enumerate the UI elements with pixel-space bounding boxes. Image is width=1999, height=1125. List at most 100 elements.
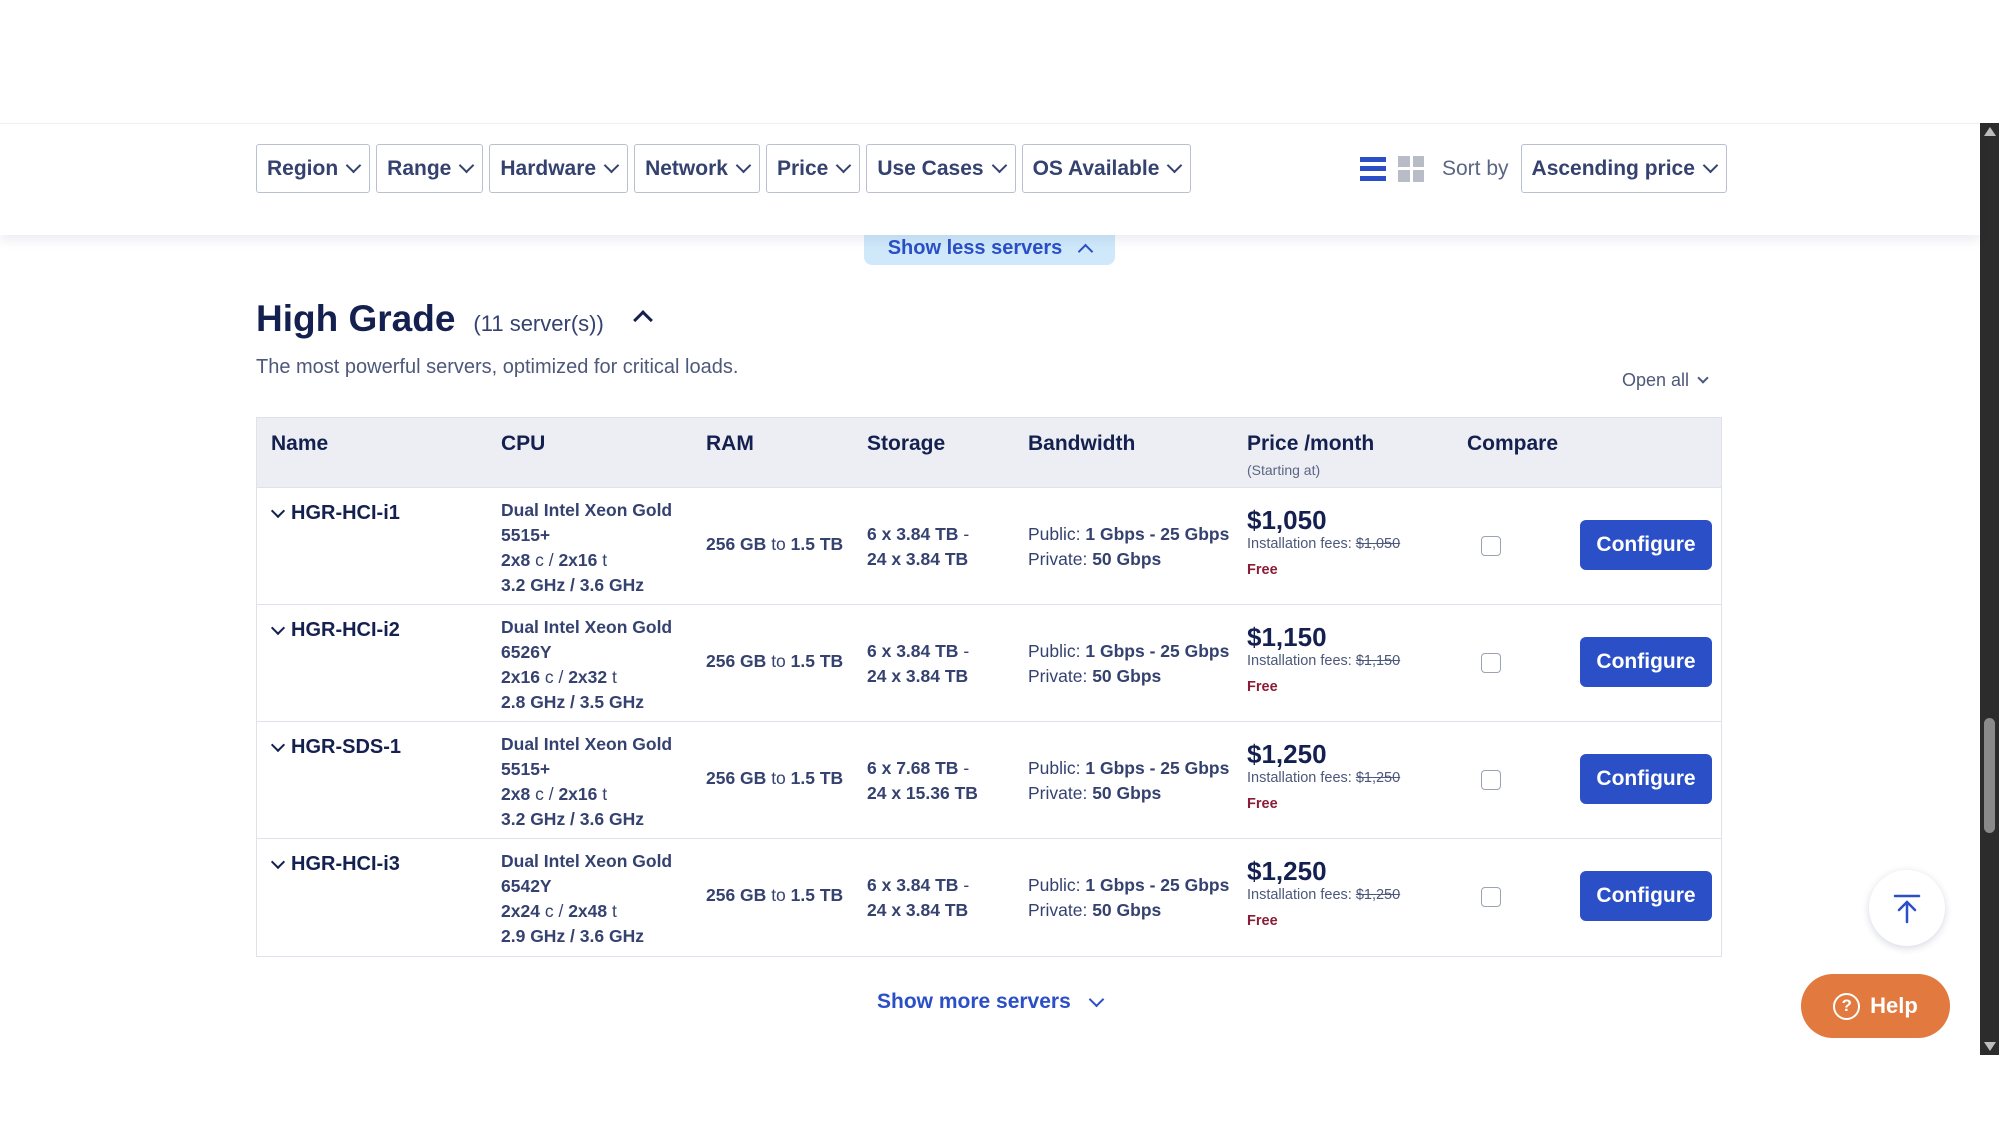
compare-checkbox[interactable]: [1481, 536, 1501, 556]
filter-region[interactable]: Region: [256, 144, 371, 193]
free-badge: Free: [1247, 796, 1278, 812]
cpu-cell: Dual Intel Xeon Gold 5515+ 2x8 c / 2x16 …: [501, 500, 673, 595]
price-value: $1,150: [1247, 622, 1327, 652]
free-badge: Free: [1247, 679, 1278, 695]
header-storage: Storage: [867, 432, 946, 455]
filter-network[interactable]: Network: [634, 144, 760, 193]
filter-use-cases[interactable]: Use Cases: [866, 144, 1016, 193]
section-header: High Grade (11 server(s)): [256, 298, 653, 340]
price-value: $1,250: [1247, 739, 1327, 769]
header-bandwidth: Bandwidth: [1028, 432, 1136, 455]
server-name-toggle[interactable]: HGR-SDS-1: [270, 736, 401, 759]
filter-range[interactable]: Range: [376, 144, 484, 193]
header-name: Name: [271, 432, 329, 455]
header-cpu: CPU: [501, 432, 546, 455]
price-cell: $1,050 Installation fees: $1,050 Free: [1247, 505, 1401, 578]
collapse-section-icon[interactable]: [632, 310, 653, 330]
compare-checkbox[interactable]: [1481, 653, 1501, 673]
chevron-down-icon: [270, 620, 286, 635]
server-count: (11 server(s)): [473, 311, 604, 336]
header-price-sub: (Starting at): [1247, 462, 1321, 478]
chevron-down-icon: [603, 157, 620, 174]
storage-cell: 6 x 3.84 TB - 24 x 3.84 TB: [867, 875, 970, 920]
server-name-toggle[interactable]: HGR-HCI-i3: [270, 853, 400, 876]
compare-checkbox[interactable]: [1481, 887, 1501, 907]
price-value: $1,250: [1247, 856, 1327, 886]
configure-button[interactable]: Configure: [1580, 871, 1712, 921]
page-scrollbar[interactable]: [1980, 123, 1999, 1055]
sort-select[interactable]: Ascending price: [1520, 144, 1727, 193]
header-price: Price /month: [1247, 432, 1375, 455]
storage-cell: 6 x 7.68 TB - 24 x 15.36 TB: [867, 758, 978, 803]
configure-button[interactable]: Configure: [1580, 520, 1712, 570]
filter-os-available[interactable]: OS Available: [1021, 144, 1192, 193]
server-name-toggle[interactable]: HGR-HCI-i1: [270, 502, 400, 525]
cpu-cell: Dual Intel Xeon Gold 6542Y 2x24 c / 2x48…: [501, 851, 673, 946]
header-ram: RAM: [706, 432, 754, 455]
server-name-toggle[interactable]: HGR-HCI-i2: [270, 619, 400, 642]
scroll-up-icon[interactable]: [1984, 127, 1996, 136]
list-view-icon[interactable]: [1360, 156, 1386, 181]
bandwidth-cell: Public: 1 Gbps - 25 Gbps Private: 50 Gbp…: [1028, 641, 1230, 686]
chevron-down-icon: [270, 854, 286, 869]
chevron-down-icon: [735, 157, 752, 174]
ram-cell: 256 GB to 1.5 TB: [706, 885, 844, 905]
ram-cell: 256 GB to 1.5 TB: [706, 534, 844, 554]
storage-cell: 6 x 3.84 TB - 24 x 3.84 TB: [867, 641, 970, 686]
price-value: $1,050: [1247, 505, 1327, 535]
section-title: High Grade: [256, 298, 456, 339]
table-row: HGR-HCI-i2 Dual Intel Xeon Gold 6526Y 2x…: [257, 605, 1721, 722]
configure-button[interactable]: Configure: [1580, 637, 1712, 687]
filter-price[interactable]: Price: [765, 144, 861, 193]
configure-button[interactable]: Configure: [1580, 754, 1712, 804]
bandwidth-cell: Public: 1 Gbps - 25 Gbps Private: 50 Gbp…: [1028, 875, 1230, 920]
open-all-button[interactable]: Open all: [1622, 370, 1709, 391]
filter-hardware[interactable]: Hardware: [489, 144, 629, 193]
section-description: The most powerful servers, optimized for…: [256, 356, 739, 378]
view-tools: Sort by Ascending price: [1360, 144, 1727, 193]
free-badge: Free: [1247, 562, 1278, 578]
bandwidth-cell: Public: 1 Gbps - 25 Gbps Private: 50 Gbp…: [1028, 524, 1230, 569]
chevron-down-icon: [991, 157, 1007, 174]
chevron-down-icon: [1697, 371, 1709, 384]
header-compare: Compare: [1467, 432, 1559, 455]
show-more-servers-button[interactable]: Show more servers: [877, 990, 1105, 1014]
table-row: HGR-HCI-i1 Dual Intel Xeon Gold 5515+ 2x…: [257, 488, 1721, 605]
price-cell: $1,250 Installation fees: $1,250 Free: [1247, 856, 1401, 929]
show-less-servers-button[interactable]: Show less servers: [864, 232, 1115, 265]
chevron-down-icon: [270, 737, 286, 752]
free-badge: Free: [1247, 913, 1278, 929]
scroll-down-icon[interactable]: [1984, 1042, 1996, 1051]
chevron-down-icon: [1088, 991, 1105, 1007]
question-circle-icon: ?: [1833, 992, 1861, 1020]
ram-cell: 256 GB to 1.5 TB: [706, 651, 844, 671]
sort-label: Sort by: [1442, 156, 1509, 180]
top-band: [0, 0, 1980, 123]
chevron-down-icon: [1167, 157, 1183, 174]
storage-cell: 6 x 3.84 TB - 24 x 3.84 TB: [867, 524, 970, 569]
price-cell: $1,150 Installation fees: $1,150 Free: [1247, 622, 1401, 695]
arrow-up-to-line-icon: [1893, 894, 1921, 924]
help-button[interactable]: ? Help: [1801, 974, 1950, 1038]
filter-group: Region Range Hardware Network Price Use …: [256, 144, 1192, 193]
filter-bar: Region Range Hardware Network Price Use …: [0, 123, 1980, 235]
chevron-down-icon: [836, 157, 852, 174]
table-row: HGR-SDS-1 Dual Intel Xeon Gold 5515+ 2x8…: [257, 722, 1721, 839]
table-header: Name CPU RAM Storage Bandwidth Price /mo…: [257, 418, 1721, 488]
bandwidth-cell: Public: 1 Gbps - 25 Gbps Private: 50 Gbp…: [1028, 758, 1230, 803]
cpu-cell: Dual Intel Xeon Gold 6526Y 2x16 c / 2x32…: [501, 617, 673, 712]
chevron-down-icon: [270, 503, 286, 518]
price-cell: $1,250 Installation fees: $1,250 Free: [1247, 739, 1401, 812]
server-table: Name CPU RAM Storage Bandwidth Price /mo…: [256, 417, 1722, 957]
compare-checkbox[interactable]: [1481, 770, 1501, 790]
table-row: HGR-HCI-i3 Dual Intel Xeon Gold 6542Y 2x…: [257, 839, 1721, 956]
chevron-down-icon: [345, 157, 362, 174]
scroll-thumb[interactable]: [1984, 718, 1995, 833]
back-to-top-button[interactable]: [1869, 870, 1945, 946]
grid-view-icon[interactable]: [1398, 155, 1424, 182]
chevron-up-icon: [1078, 243, 1094, 260]
ram-cell: 256 GB to 1.5 TB: [706, 768, 844, 788]
chevron-down-icon: [459, 157, 475, 174]
chevron-down-icon: [1702, 157, 1719, 174]
cpu-cell: Dual Intel Xeon Gold 5515+ 2x8 c / 2x16 …: [501, 734, 673, 829]
